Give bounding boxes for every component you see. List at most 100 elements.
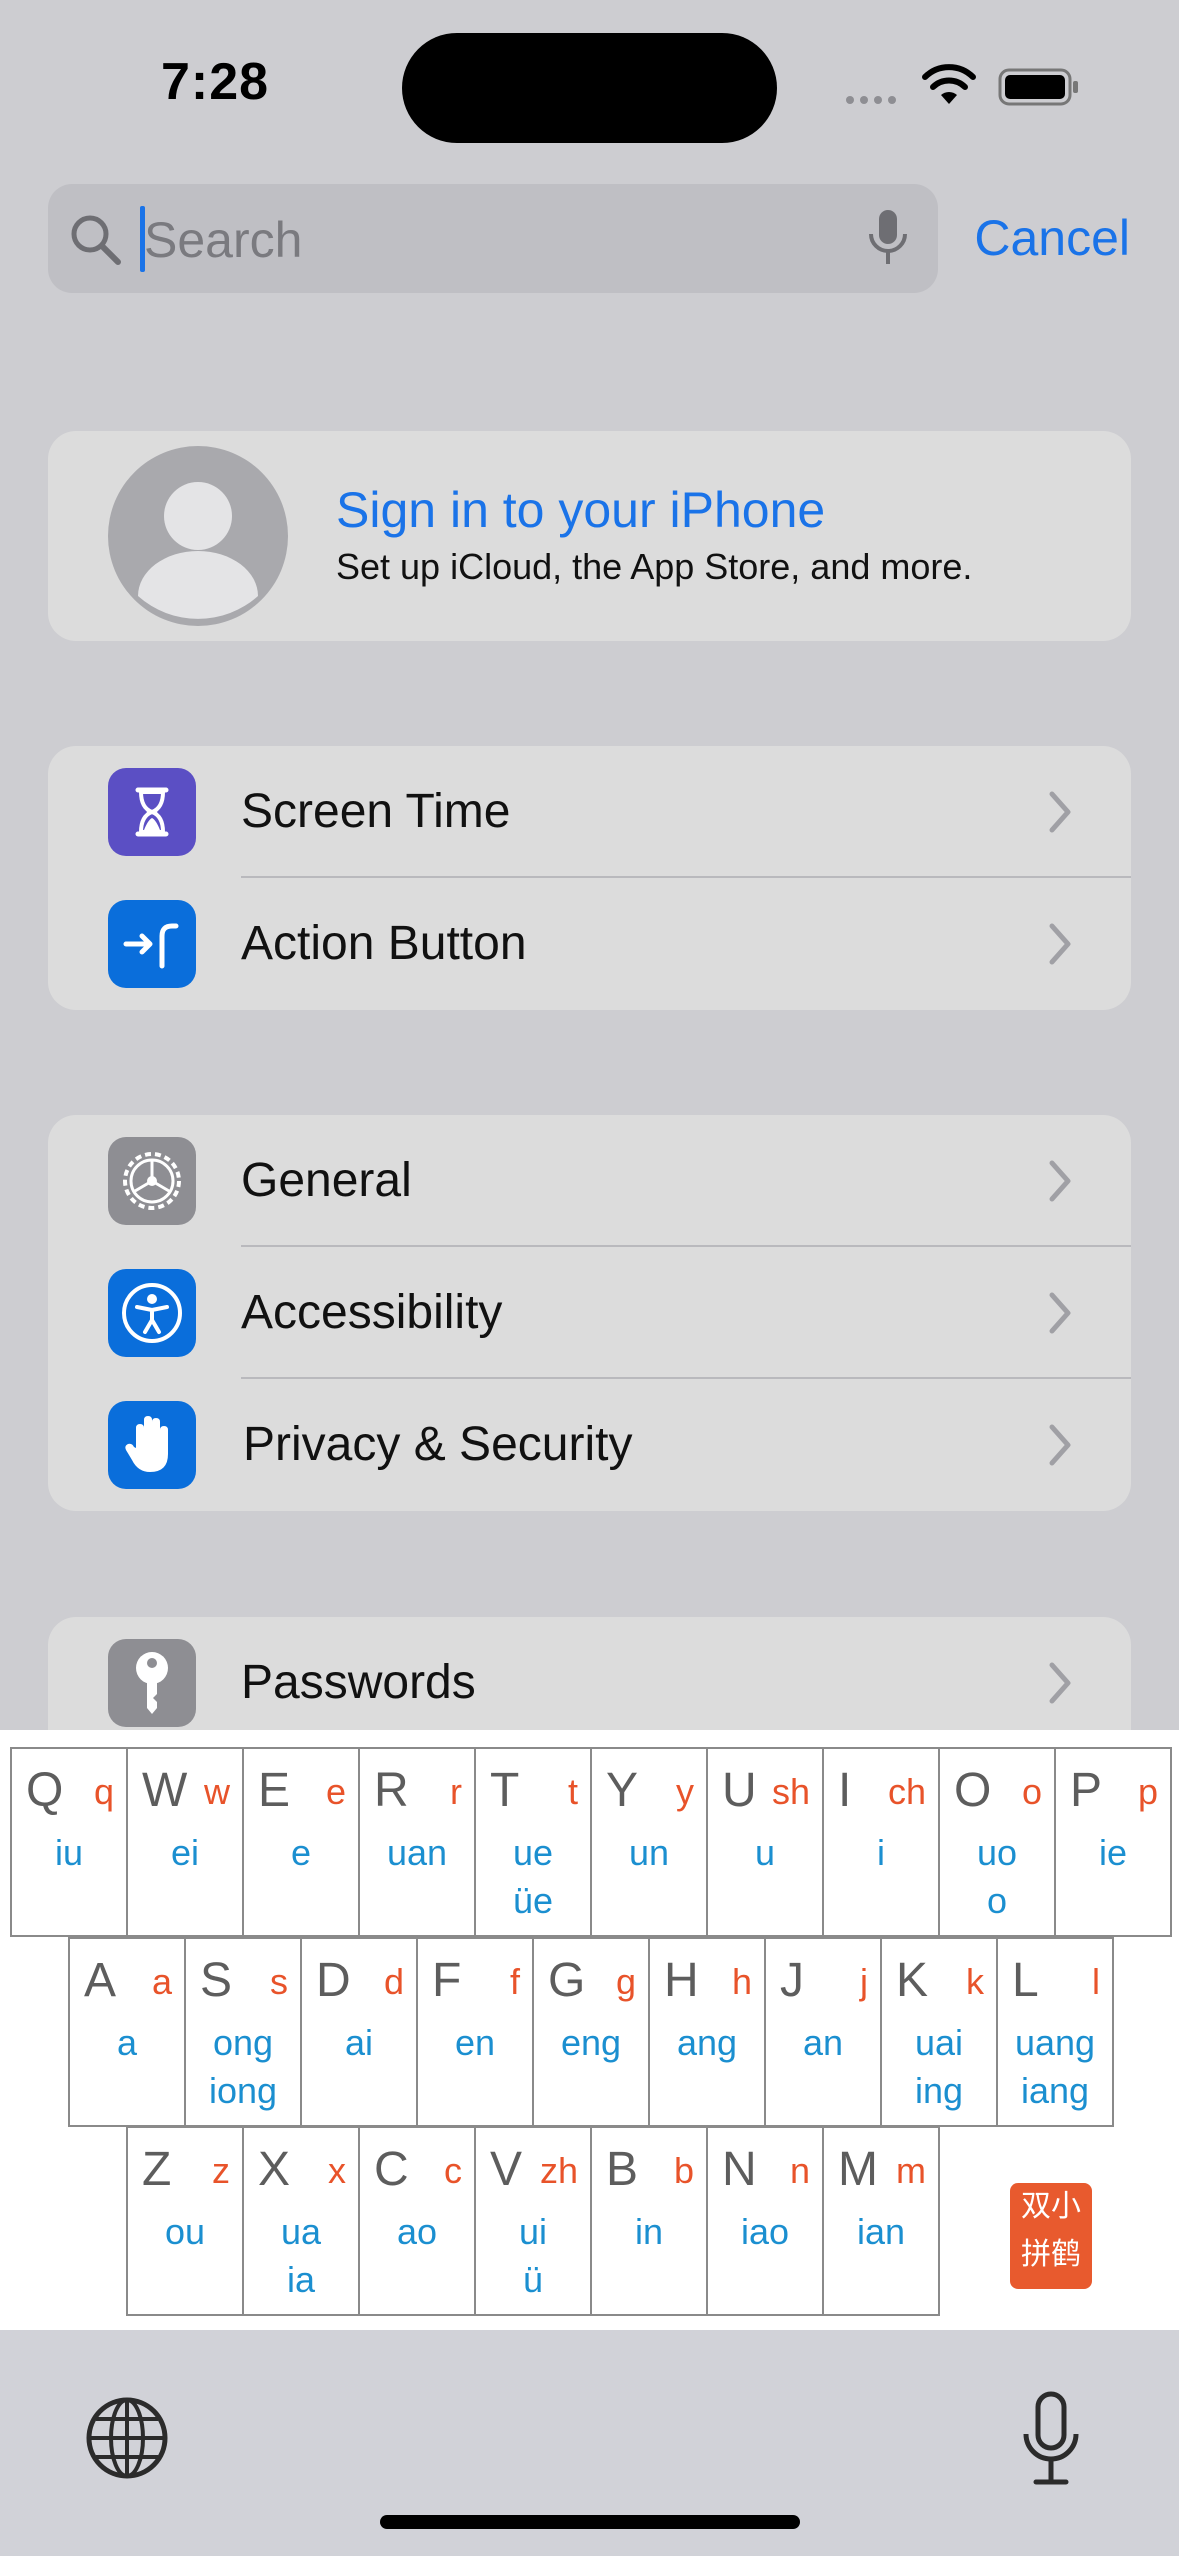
key-letter: K [896, 1954, 929, 2007]
dictation-mic-icon[interactable] [866, 208, 910, 268]
settings-row-screen-time[interactable]: Screen Time [48, 746, 1131, 878]
settings-group-1: Screen Time Action Button [48, 746, 1131, 1010]
key-letter: X [258, 2143, 291, 2196]
signin-title: Sign in to your iPhone [336, 482, 826, 538]
key-i[interactable]: Ich i [822, 1747, 940, 1937]
gear-icon [108, 1137, 196, 1225]
key-letter: D [316, 1954, 351, 2007]
key-shengmu: h [731, 1961, 752, 2002]
key-yunmu: uai ing [914, 2022, 964, 2111]
key-shengmu: r [450, 1771, 462, 1812]
key-yunmu: ao [396, 2211, 438, 2252]
key-yunmu: iu [54, 1832, 84, 1873]
key-g[interactable]: Gg eng [532, 1937, 650, 2127]
microphone-icon[interactable] [1018, 2390, 1084, 2490]
hand-icon [108, 1401, 196, 1489]
key-k[interactable]: Kk uai ing [880, 1937, 998, 2127]
chevron-right-icon [1049, 923, 1071, 965]
cellular-signal-icon [846, 96, 896, 104]
wifi-icon [922, 64, 976, 104]
key-t[interactable]: Tt ue üe [474, 1747, 592, 1937]
key-h[interactable]: Hh ang [648, 1937, 766, 2127]
key-letter: H [664, 1954, 699, 2007]
key-letter: Y [606, 1764, 639, 1817]
key-yunmu: en [454, 2022, 496, 2063]
key-yunmu: e [290, 1832, 312, 1873]
key-yunmu: ua ia [280, 2211, 322, 2300]
status-time: 7:28 [160, 53, 270, 111]
key-e[interactable]: Eee [242, 1747, 360, 1937]
key-letter: L [1012, 1954, 1039, 2007]
key-letter: Q [26, 1764, 64, 1817]
key-yunmu: ei [170, 1832, 200, 1873]
avatar [108, 446, 288, 626]
key-z[interactable]: Zz ou [126, 2126, 244, 2316]
key-o[interactable]: Oo uo o [938, 1747, 1056, 1937]
key-c[interactable]: Cc ao [358, 2126, 476, 2316]
key-p[interactable]: Pp ie [1054, 1747, 1172, 1937]
dynamic-island [402, 33, 777, 143]
battery-icon [998, 68, 1078, 106]
key-q[interactable]: Qq iu [10, 1747, 128, 1937]
key-v[interactable]: Vzh ui ü [474, 2126, 592, 2316]
signin-card[interactable]: Sign in to your iPhone Set up iCloud, th… [48, 431, 1131, 641]
key-d[interactable]: Dd ai [300, 1937, 418, 2127]
key-shengmu: j [860, 1961, 868, 2002]
key-yunmu: ou [164, 2211, 206, 2252]
key-m[interactable]: Mm ian [822, 2126, 940, 2316]
home-indicator [380, 2515, 800, 2529]
key-shengmu: zh [539, 2150, 578, 2191]
key-shengmu: m [896, 2150, 926, 2191]
key-letter: M [838, 2143, 878, 2196]
key-w[interactable]: Ww ei [126, 1747, 244, 1937]
key-shengmu: w [204, 1771, 230, 1812]
key-yunmu: ian [856, 2211, 906, 2252]
search-input[interactable] [144, 202, 884, 278]
key-yunmu: un [628, 1832, 670, 1873]
key-yunmu: ang [676, 2022, 738, 2063]
action-button-icon [108, 900, 196, 988]
globe-icon[interactable] [84, 2395, 170, 2481]
key-b[interactable]: Bb in [590, 2126, 708, 2316]
key-yunmu: eng [560, 2022, 622, 2063]
key-r[interactable]: Rr uan [358, 1747, 476, 1937]
key-letter: E [258, 1764, 291, 1817]
key-j[interactable]: Jj an [764, 1937, 882, 2127]
key-letter: W [142, 1764, 188, 1817]
key-x[interactable]: Xx ua ia [242, 2126, 360, 2316]
key-f[interactable]: Ff en [416, 1937, 534, 2127]
key-yunmu: u [754, 1832, 776, 1873]
settings-row-privacy[interactable]: Privacy & Security [48, 1379, 1131, 1511]
key-letter: J [780, 1954, 804, 2007]
key-letter: S [200, 1954, 233, 2007]
xiaohe-seal-logo: 双小 拼鹤 [1010, 2183, 1092, 2289]
key-yunmu: uan [386, 1832, 448, 1873]
settings-row-general[interactable]: General [48, 1115, 1131, 1247]
key-letter: G [548, 1954, 586, 2007]
settings-group-2: General Accessibility Privacy & Security [48, 1115, 1131, 1511]
cancel-button[interactable]: Cancel [970, 205, 1130, 271]
status-bar: 7:28 [0, 0, 1179, 170]
key-letter: R [374, 1764, 409, 1817]
key-letter: T [490, 1764, 520, 1817]
key-yunmu: a [116, 2022, 138, 2063]
key-shengmu: n [789, 2150, 810, 2191]
key-s[interactable]: Ss ong iong [184, 1937, 302, 2127]
key-letter: B [606, 2143, 639, 2196]
key-y[interactable]: Yy un [590, 1747, 708, 1937]
key-yunmu: uo o [976, 1832, 1018, 1921]
key-l[interactable]: Ll uang iang [996, 1937, 1114, 2127]
key-n[interactable]: Nn iao [706, 2126, 824, 2316]
settings-row-action-button[interactable]: Action Button [48, 878, 1131, 1010]
settings-row-accessibility[interactable]: Accessibility [48, 1247, 1131, 1379]
key-yunmu: an [802, 2022, 844, 2063]
key-shengmu: d [383, 1961, 404, 2002]
key-yunmu: ui ü [518, 2211, 548, 2300]
key-u[interactable]: Ush u [706, 1747, 824, 1937]
key-shengmu: l [1092, 1961, 1100, 2002]
chevron-right-icon [1049, 1160, 1071, 1202]
key-yunmu: in [634, 2211, 664, 2252]
search-bar[interactable] [48, 184, 938, 293]
key-shengmu: e [325, 1771, 346, 1812]
key-a[interactable]: Aaa [68, 1937, 186, 2127]
